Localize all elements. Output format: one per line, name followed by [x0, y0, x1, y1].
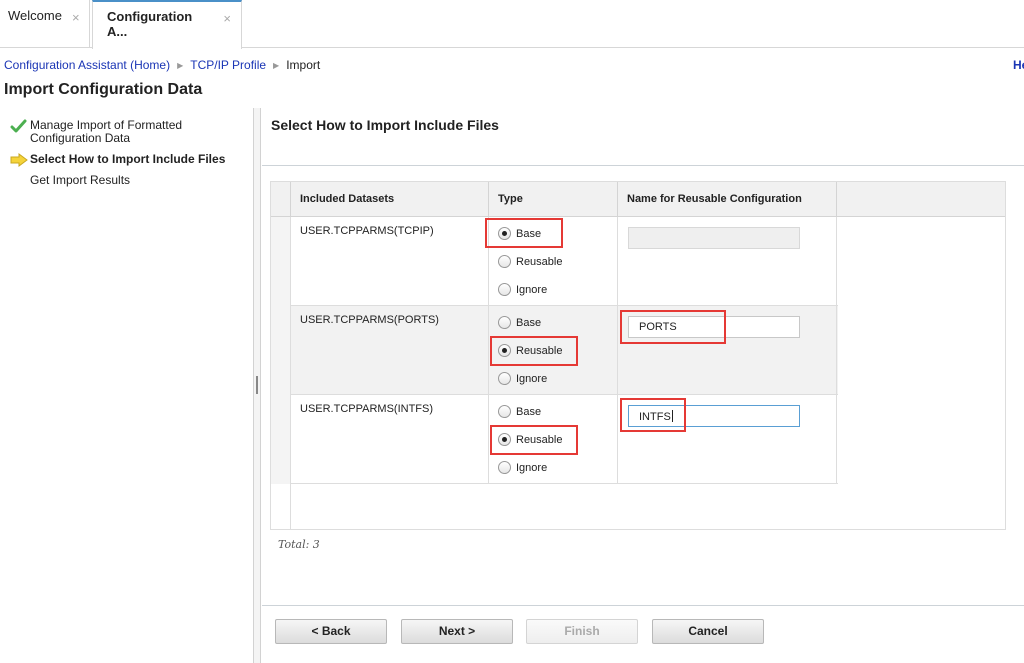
wizard-steps: Manage Import of Formatted Configuration…: [10, 119, 250, 195]
radio-unchecked-icon: [498, 372, 511, 385]
step-label: Get Import Results: [30, 173, 131, 187]
triangle-right-icon: ▶: [177, 60, 184, 70]
finish-button: Finish: [526, 619, 638, 644]
radio-reusable[interactable]: Reusable: [498, 344, 562, 357]
reusable-name-input: [628, 227, 800, 249]
divider: [262, 165, 1024, 166]
tab-configuration-assistant[interactable]: Configuration A... ×: [92, 0, 242, 49]
radio-unchecked-icon: [498, 405, 511, 418]
dataset-cell: USER.TCPPARMS(TCPIP): [291, 217, 489, 306]
radio-unchecked-icon: [498, 461, 511, 474]
cancel-button[interactable]: Cancel: [652, 619, 764, 644]
tab-welcome[interactable]: Welcome ×: [0, 0, 90, 48]
radio-base[interactable]: Base: [498, 227, 541, 240]
radio-label: Reusable: [516, 344, 563, 357]
row-selector-header: [271, 182, 291, 217]
radio-checked-icon: [498, 227, 511, 240]
page-title: Import Configuration Data: [4, 81, 203, 98]
radio-checked-icon: [498, 344, 511, 357]
radio-ignore[interactable]: Ignore: [498, 283, 547, 296]
step-select-include-files[interactable]: Select How to Import Include Files: [10, 152, 250, 167]
radio-label: Ignore: [516, 283, 548, 296]
column-header-filler: [837, 182, 1005, 217]
radio-label: Base: [516, 405, 542, 418]
back-button[interactable]: < Back: [275, 619, 387, 644]
text-caret: [671, 410, 673, 422]
radio-label: Reusable: [516, 433, 563, 446]
panel-title: Select How to Import Include Files: [271, 117, 499, 133]
radio-label: Ignore: [516, 461, 548, 474]
dataset-cell: USER.TCPPARMS(PORTS): [291, 306, 489, 395]
radio-reusable[interactable]: Reusable: [498, 433, 562, 446]
step-manage-import[interactable]: Manage Import of Formatted Configuration…: [10, 119, 250, 145]
step-label: Manage Import of Formatted Configuration…: [30, 118, 183, 145]
reusable-name-input[interactable]: PORTS: [628, 316, 800, 338]
breadcrumb-home-link[interactable]: Configuration Assistant (Home): [4, 58, 170, 72]
radio-ignore[interactable]: Ignore: [498, 372, 547, 385]
table-header: Included Datasets Type Name for Reusable…: [271, 182, 1005, 217]
name-cell: INTFS: [618, 395, 837, 484]
row-selector[interactable]: [271, 395, 291, 484]
divider: [262, 605, 1024, 606]
radio-label: Ignore: [516, 372, 548, 385]
tab-label: Welcome: [8, 8, 62, 23]
radio-label: Reusable: [516, 255, 563, 268]
radio-unchecked-icon: [498, 255, 511, 268]
close-icon[interactable]: ×: [72, 10, 80, 25]
column-header-type[interactable]: Type: [489, 182, 618, 217]
name-cell: PORTS: [618, 306, 837, 395]
splitter-grip-icon[interactable]: [256, 376, 258, 394]
radio-base[interactable]: Base: [498, 405, 541, 418]
tab-label: Configuration A...: [107, 9, 193, 39]
include-files-table: Included Datasets Type Name for Reusable…: [270, 181, 1006, 530]
radio-reusable[interactable]: Reusable: [498, 255, 562, 268]
help-link[interactable]: He: [1013, 58, 1024, 72]
column-header-name[interactable]: Name for Reusable Configuration: [618, 182, 837, 217]
column-header-included-datasets[interactable]: Included Datasets: [291, 182, 489, 217]
breadcrumb-tcpip-profile-link[interactable]: TCP/IP Profile: [190, 58, 266, 72]
step-label: Select How to Import Include Files: [30, 152, 226, 166]
next-button[interactable]: Next >: [401, 619, 513, 644]
radio-ignore[interactable]: Ignore: [498, 461, 547, 474]
panel-splitter[interactable]: [253, 108, 261, 663]
arrow-right-icon: [10, 153, 28, 167]
step-get-import-results[interactable]: Get Import Results: [10, 174, 250, 187]
total-count: Total: 3: [278, 538, 320, 551]
radio-unchecked-icon: [498, 283, 511, 296]
input-value: INTFS: [639, 411, 671, 423]
type-cell: Base Reusable Ignore: [489, 217, 618, 306]
radio-unchecked-icon: [498, 316, 511, 329]
tab-bar: Welcome × Configuration A... ×: [0, 0, 1024, 49]
radio-label: Base: [516, 316, 542, 329]
checkmark-icon: [10, 119, 27, 133]
dataset-cell: USER.TCPPARMS(INTFS): [291, 395, 489, 484]
reusable-name-input[interactable]: INTFS: [628, 405, 800, 427]
triangle-right-icon: ▶: [273, 60, 280, 70]
table-row[interactable]: USER.TCPPARMS(INTFS) Base Reusable Ignor…: [271, 395, 838, 484]
radio-base[interactable]: Base: [498, 316, 541, 329]
radio-checked-icon: [498, 433, 511, 446]
table-row[interactable]: USER.TCPPARMS(PORTS) Base Reusable Ignor…: [271, 306, 838, 395]
row-selector[interactable]: [271, 217, 291, 306]
radio-label: Base: [516, 227, 542, 240]
breadcrumb: Configuration Assistant (Home) ▶ TCP/IP …: [4, 58, 320, 72]
type-cell: Base Reusable Ignore: [489, 306, 618, 395]
name-cell: [618, 217, 837, 306]
row-selector[interactable]: [271, 306, 291, 395]
close-icon[interactable]: ×: [223, 11, 231, 26]
type-cell: Base Reusable Ignore: [489, 395, 618, 484]
breadcrumb-current: Import: [286, 58, 321, 72]
table-row[interactable]: USER.TCPPARMS(TCPIP) Base Reusable Ignor…: [271, 217, 838, 306]
